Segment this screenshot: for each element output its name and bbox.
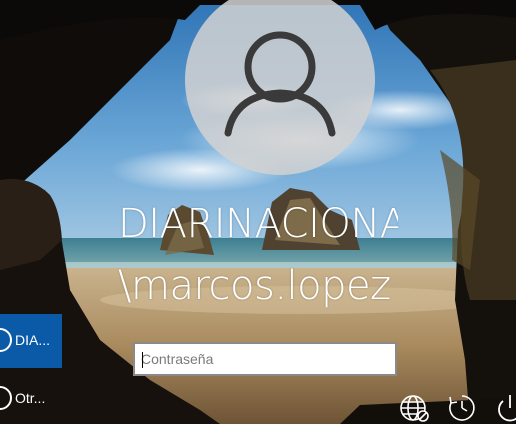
user-circle-icon (0, 328, 12, 352)
password-input[interactable] (141, 344, 391, 374)
user-tile-label: DIA... (15, 332, 51, 348)
user-avatar (185, 0, 375, 175)
user-circle-icon (0, 386, 12, 410)
user-tile-diarinacional[interactable]: DIA... (0, 314, 62, 368)
lock-screen: DIARINACIONAL \marcos.lopez DIA... Otr..… (0, 0, 516, 424)
user-tile-other[interactable]: Otr... (0, 372, 62, 424)
username-account-line: \marcos.lopez (118, 263, 391, 309)
accessibility-icon[interactable] (446, 392, 478, 424)
power-icon[interactable] (494, 392, 516, 424)
person-icon (224, 31, 336, 137)
network-icon[interactable] (399, 392, 431, 424)
user-tile-label: Otr... (15, 390, 46, 406)
text-caret (142, 352, 143, 368)
username-domain-line: DIARINACIONAL (118, 201, 398, 247)
password-field[interactable] (133, 342, 397, 376)
